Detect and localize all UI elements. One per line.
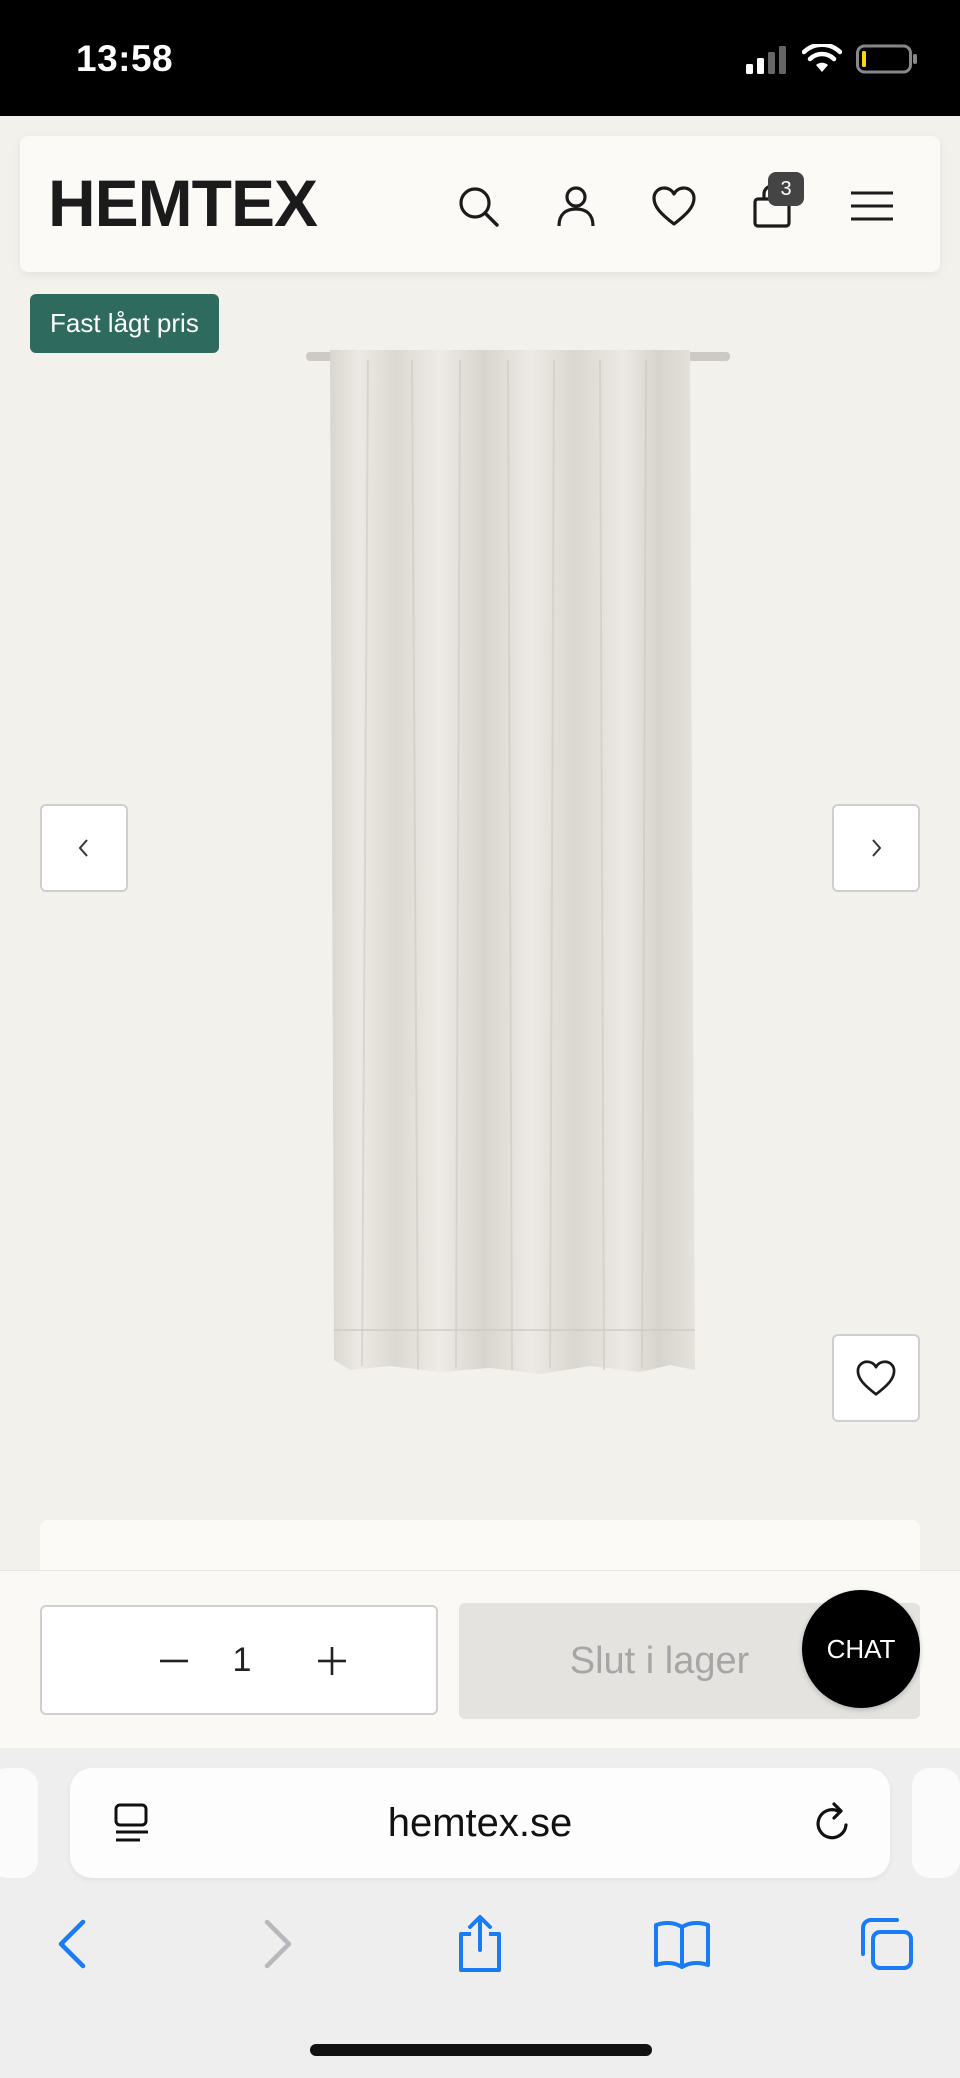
quantity-decrease-button[interactable] bbox=[146, 1633, 202, 1689]
share-icon bbox=[459, 1915, 501, 1972]
chat-button[interactable]: CHAT bbox=[802, 1590, 920, 1708]
plus-icon bbox=[318, 1647, 346, 1675]
search-icon[interactable] bbox=[452, 180, 504, 232]
minus-icon bbox=[160, 1659, 188, 1663]
signal-icon bbox=[746, 46, 786, 74]
cart-count-badge: 3 bbox=[768, 172, 804, 206]
previous-tab-peek[interactable] bbox=[0, 1768, 38, 1878]
add-to-wishlist-button[interactable] bbox=[832, 1334, 920, 1422]
tabs-button[interactable] bbox=[854, 1912, 918, 1976]
product-image-curtain[interactable] bbox=[290, 330, 750, 1390]
status-bar: 13:58 bbox=[0, 0, 960, 116]
account-icon[interactable] bbox=[550, 180, 602, 232]
chevron-left-icon bbox=[78, 839, 88, 857]
carousel-next-button[interactable] bbox=[832, 804, 920, 892]
share-button[interactable] bbox=[448, 1912, 512, 1976]
wishlist-heart-icon[interactable] bbox=[648, 180, 700, 232]
promo-badge: Fast lågt pris bbox=[30, 294, 219, 353]
hemtex-logo[interactable]: HEMTEX bbox=[48, 170, 318, 236]
status-time: 13:58 bbox=[76, 38, 174, 79]
quantity-increase-button[interactable] bbox=[304, 1633, 360, 1689]
book-icon bbox=[654, 1920, 710, 1969]
quantity-stepper: 1 bbox=[40, 1605, 438, 1715]
heart-icon bbox=[856, 1360, 896, 1396]
quantity-value: 1 bbox=[232, 1640, 252, 1679]
wifi-icon bbox=[802, 44, 842, 72]
reload-icon[interactable] bbox=[808, 1799, 856, 1847]
url-text: hemtex.se bbox=[387, 1800, 573, 1845]
back-button[interactable] bbox=[40, 1912, 104, 1976]
menu-icon[interactable] bbox=[844, 180, 900, 232]
tabs-icon bbox=[861, 1918, 913, 1970]
carousel-prev-button[interactable] bbox=[40, 804, 128, 892]
status-icons bbox=[744, 42, 918, 76]
bookmarks-button[interactable] bbox=[650, 1912, 714, 1976]
cart-icon[interactable]: 3 bbox=[746, 172, 804, 232]
chevron-forward-icon bbox=[264, 1919, 292, 1969]
home-indicator bbox=[310, 2044, 652, 2056]
site-header: HEMTEX 3 bbox=[20, 136, 940, 272]
forward-button[interactable] bbox=[246, 1912, 310, 1976]
address-bar[interactable]: hemtex.se bbox=[70, 1768, 890, 1878]
chevron-back-icon bbox=[58, 1919, 86, 1969]
battery-icon bbox=[856, 44, 917, 74]
next-tab-peek[interactable] bbox=[912, 1768, 960, 1878]
chevron-right-icon bbox=[872, 839, 882, 857]
browser-chrome: hemtex.se bbox=[0, 1748, 960, 2078]
